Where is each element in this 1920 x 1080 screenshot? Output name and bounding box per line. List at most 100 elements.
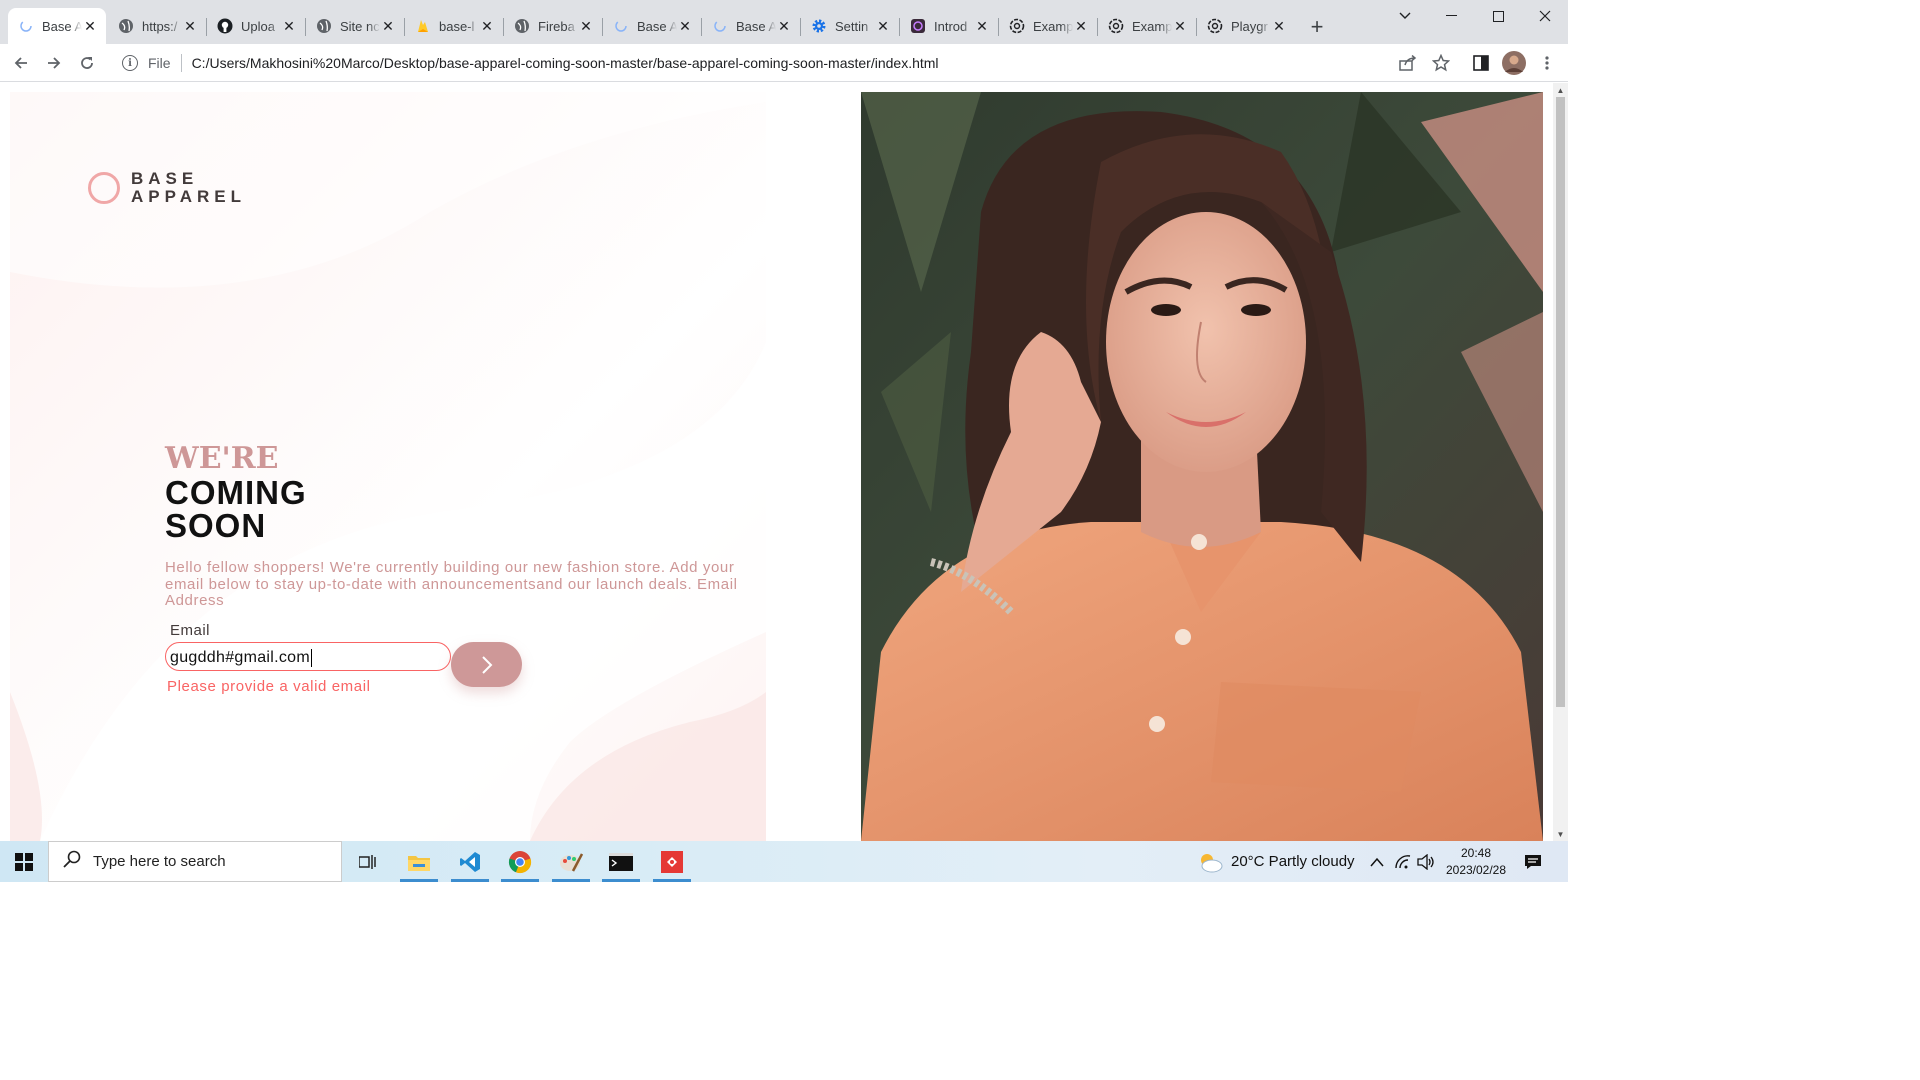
close-icon[interactable]: ✕ (776, 18, 792, 34)
show-hidden-icons[interactable] (1370, 841, 1384, 882)
tab-title: Settin (835, 18, 869, 34)
windows-icon (15, 852, 33, 871)
globe-icon (118, 18, 134, 34)
volume-icon[interactable] (1417, 841, 1435, 882)
scroll-up-icon[interactable]: ▲ (1553, 83, 1568, 97)
headline-line-3: SOON (165, 507, 267, 544)
tab[interactable]: Uploa ✕ (207, 8, 305, 44)
tab-strip: Base A ✕ https:/ ✕ Uploa ✕ Site nc ✕ bas… (0, 0, 1568, 44)
menu-icon[interactable] (1536, 52, 1558, 74)
openai-icon (1108, 18, 1124, 34)
chrome-icon[interactable] (497, 841, 543, 882)
minimize-button[interactable] (1428, 0, 1474, 32)
task-view-icon[interactable] (345, 841, 391, 882)
notifications-icon[interactable] (1524, 841, 1542, 882)
close-icon[interactable]: ✕ (1271, 18, 1287, 34)
scroll-thumb[interactable] (1556, 97, 1565, 707)
close-icon[interactable]: ✕ (281, 18, 297, 34)
git-icon[interactable] (649, 841, 695, 882)
weather-widget[interactable]: 20°C Partly cloudy (1197, 841, 1355, 882)
tab[interactable]: Playgr ✕ (1197, 8, 1295, 44)
terminal-icon[interactable] (598, 841, 644, 882)
new-tab-button[interactable]: + (1304, 14, 1330, 40)
tab[interactable]: Base A ✕ (702, 8, 800, 44)
globe-icon (316, 18, 332, 34)
close-icon[interactable]: ✕ (1172, 18, 1188, 34)
openai-icon (1207, 18, 1223, 34)
logo: BASE APPAREL (88, 170, 246, 206)
submit-button[interactable] (451, 642, 522, 687)
openai-icon (1009, 18, 1025, 34)
logo-ring-icon (88, 172, 120, 204)
chevron-right-icon (481, 655, 492, 674)
email-field[interactable]: gugddh#gmail.com (165, 642, 451, 671)
forward-button[interactable] (41, 50, 67, 76)
tab[interactable]: Site nc ✕ (306, 8, 404, 44)
taskbar: Type here to search 20°C Partly cloudy 2… (0, 841, 1568, 882)
page-icon (613, 18, 629, 34)
close-window-button[interactable] (1522, 0, 1568, 32)
network-icon[interactable] (1394, 841, 1412, 882)
search-placeholder: Type here to search (93, 853, 226, 870)
tab-title: Base A (42, 18, 82, 34)
tab-title: https:/ (142, 18, 178, 34)
clock-date: 2023/02/28 (1445, 862, 1507, 877)
close-icon[interactable]: ✕ (479, 18, 495, 34)
tab[interactable]: Base A ✕ (8, 8, 106, 44)
bookmark-star-icon[interactable] (1430, 52, 1452, 74)
address-bar[interactable]: i File C:/Users/Makhosini%20Marco/Deskto… (112, 49, 1390, 77)
tab-search-button[interactable] (1382, 0, 1428, 32)
clock-time: 20:48 (1460, 845, 1492, 860)
file-explorer-icon[interactable] (396, 841, 442, 882)
info-icon[interactable]: i (122, 55, 138, 71)
divider (180, 54, 182, 72)
avatar[interactable] (1502, 51, 1526, 75)
tab[interactable]: Examp ✕ (999, 8, 1097, 44)
headline-line-2: COMING (165, 474, 307, 511)
email-label: Email (170, 622, 211, 639)
vscode-icon[interactable] (447, 841, 493, 882)
tab-title: Playgr (1231, 18, 1268, 34)
tab[interactable]: base-l ✕ (405, 8, 503, 44)
tab-title: base-l (439, 18, 475, 34)
tab[interactable]: https:/ ✕ (108, 8, 206, 44)
search-icon (63, 850, 81, 873)
reload-button[interactable] (74, 50, 100, 76)
tab[interactable]: Fireba ✕ (504, 8, 602, 44)
github-icon (217, 18, 233, 34)
tab-title: Site nc (340, 18, 380, 34)
tab[interactable]: Examp ✕ (1098, 8, 1196, 44)
side-panel-icon[interactable] (1470, 52, 1492, 74)
error-message: Please provide a valid email (167, 678, 371, 695)
close-icon[interactable]: ✕ (380, 18, 396, 34)
headline-line-1: WE'RE (165, 441, 279, 476)
taskbar-search[interactable]: Type here to search (48, 841, 342, 882)
gear-icon (811, 18, 827, 34)
logo-line-1: BASE (131, 169, 199, 188)
tab[interactable]: Introd ✕ (900, 8, 998, 44)
close-icon[interactable]: ✕ (875, 18, 891, 34)
scroll-down-icon[interactable]: ▼ (1553, 827, 1568, 841)
maximize-button[interactable] (1475, 0, 1521, 32)
web-page: BASE APPAREL WE'RE COMING SOON Hello fel… (0, 83, 1568, 841)
close-icon[interactable]: ✕ (1073, 18, 1089, 34)
email-value: gugddh#gmail.com (170, 648, 310, 666)
close-icon[interactable]: ✕ (974, 18, 990, 34)
tab-title: Base A (736, 18, 776, 34)
paint-icon[interactable] (548, 841, 594, 882)
scrollbar[interactable]: ▲ ▼ (1553, 83, 1568, 841)
tab-title: Introd (934, 18, 968, 34)
close-icon[interactable]: ✕ (182, 18, 198, 34)
clock[interactable]: 20:48 2023/02/28 (1440, 841, 1512, 882)
back-button[interactable] (8, 50, 34, 76)
docs-icon (910, 18, 926, 34)
close-icon[interactable]: ✕ (578, 18, 594, 34)
tab-title: Fireba (538, 18, 575, 34)
close-icon[interactable]: ✕ (82, 18, 98, 34)
tab[interactable]: Settin ✕ (801, 8, 899, 44)
url-text: C:/Users/Makhosini%20Marco/Desktop/base-… (191, 55, 939, 71)
tab[interactable]: Base A ✕ (603, 8, 701, 44)
share-icon[interactable] (1397, 52, 1419, 74)
start-button[interactable] (0, 841, 48, 882)
close-icon[interactable]: ✕ (677, 18, 693, 34)
